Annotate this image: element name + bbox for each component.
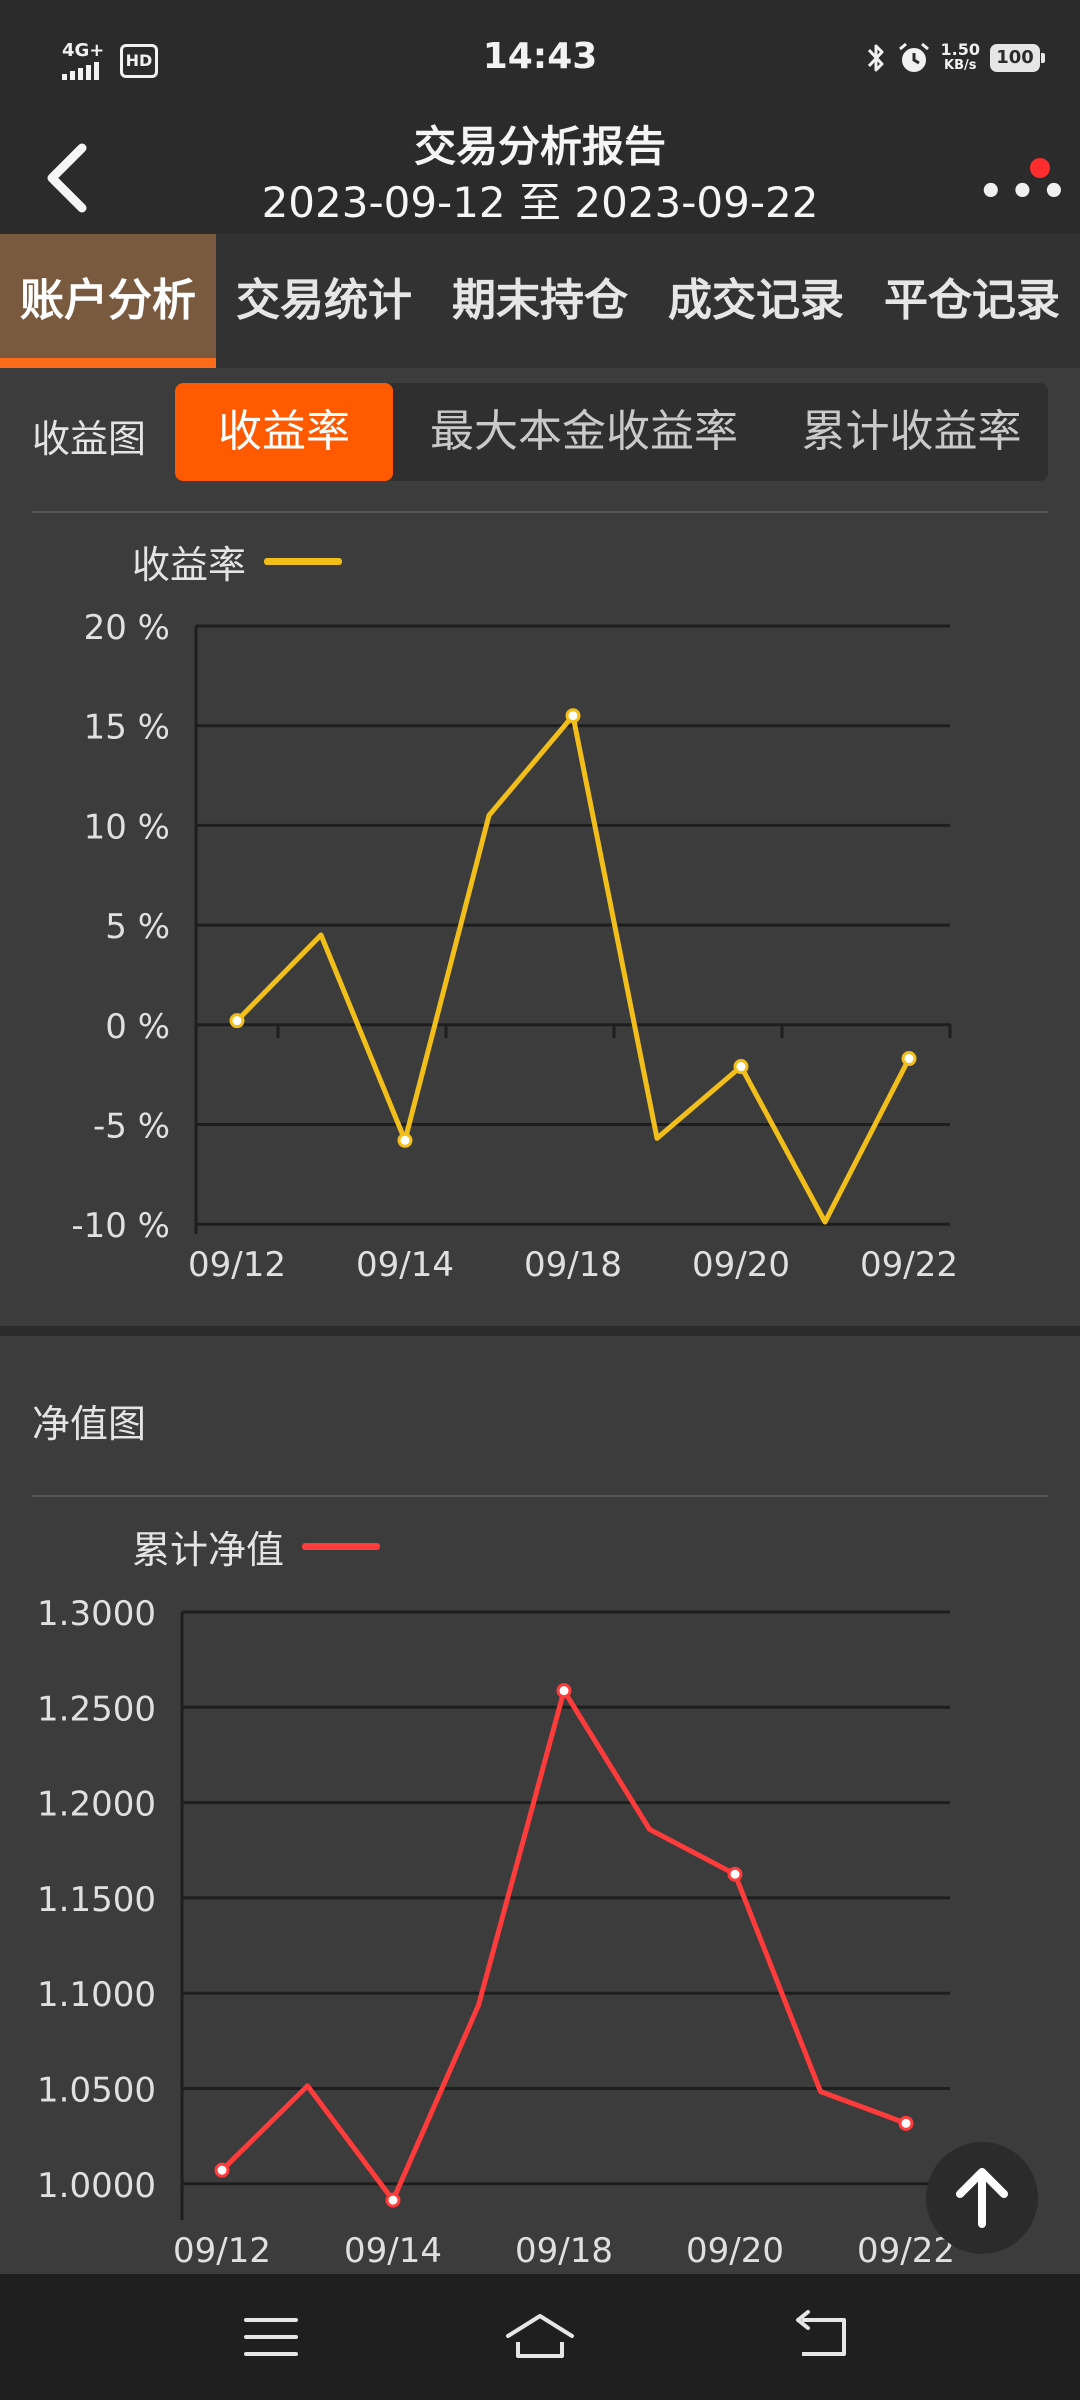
- chart1-data-point: [229, 1013, 245, 1029]
- chart2-y-tick-label: 1.0000: [37, 2166, 156, 2206]
- more-button[interactable]: •••: [970, 140, 1067, 212]
- chart2-x-tick-label: 09/20: [686, 2231, 784, 2271]
- chart1-x-tick-label: 09/12: [188, 1245, 286, 1285]
- chart2-x-tick-label: 09/18: [515, 2231, 613, 2271]
- alarm-icon: [898, 42, 929, 72]
- chart1-y-tick-label: 20 %: [84, 608, 170, 648]
- chart1-legend-label: 收益率: [132, 543, 247, 587]
- net-speed-value: 1.50: [940, 40, 980, 59]
- chart1-y-tick-label: 5 %: [105, 907, 170, 947]
- chart2-data-point: [214, 2162, 230, 2178]
- nav-section-label: 净值图: [32, 1402, 147, 1446]
- home-icon: [506, 2314, 574, 2358]
- chart1-y-tick-label: -10 %: [71, 1206, 170, 1246]
- chart2-y-tick-label: 1.2000: [37, 1785, 156, 1825]
- chart2-data-point: [556, 1683, 572, 1699]
- chart2-legend-swatch: [302, 1543, 381, 1550]
- system-nav-bar: [0, 2274, 1080, 2400]
- divider: [32, 1495, 1048, 1497]
- net-value-chart: 1.3000 1.2500 1.2000 1.1500 1.1000 1.0500 1.00…: [37, 1594, 955, 2271]
- section-separator: [0, 1326, 1080, 1336]
- page-title: 交易分析报告: [413, 122, 666, 171]
- tab-trade-stats[interactable]: 交易统计: [216, 234, 432, 368]
- chart2-legend-label: 累计净值: [132, 1528, 285, 1572]
- chart2-data-point: [898, 2115, 914, 2131]
- chart1-data-point: [901, 1051, 917, 1067]
- chart1-x-tick-label: 09/14: [356, 1245, 454, 1285]
- net-speed-unit: KB/s: [944, 58, 977, 73]
- chart1-x-tick-label: 09/22: [860, 1245, 958, 1285]
- net-speed: 1.50 KB/s: [941, 42, 980, 74]
- chart1-y-tick-label: 15 %: [84, 708, 170, 748]
- tab-ending-positions[interactable]: 期末持仓: [432, 234, 648, 368]
- arrow-up-icon: [956, 2168, 1008, 2228]
- chart1-legend-swatch: [264, 558, 343, 565]
- home-button[interactable]: [500, 2304, 580, 2370]
- tab-closing-records[interactable]: 平仓记录: [864, 234, 1080, 368]
- chart1-series-line: [235, 713, 912, 1225]
- tab-transaction-records[interactable]: 成交记录: [648, 234, 864, 368]
- bluetooth-icon: [867, 44, 884, 72]
- chart2-x-tick-label: 09/14: [344, 2231, 442, 2271]
- segment-max-principal-return[interactable]: 最大本金收益率: [393, 383, 775, 481]
- chart1-y-tick-label: 10 %: [84, 807, 170, 847]
- tab-bar: 账户分析 交易统计 期末持仓 成交记录 平仓记录: [0, 234, 1080, 368]
- chart2-y-tick-label: 1.3000: [37, 1594, 156, 1634]
- back-nav-button[interactable]: [782, 2304, 862, 2370]
- chart2-y-tick-label: 1.0500: [37, 2071, 156, 2111]
- battery-icon: 100: [990, 44, 1045, 72]
- chart2-x-tick-label: 09/12: [173, 2231, 271, 2271]
- chart2-y-tick-label: 1.1000: [37, 1975, 156, 2015]
- chart2-y-tick-label: 1.2500: [37, 1689, 156, 1729]
- date-range: 2023-09-12 至 2023-09-22: [261, 178, 819, 227]
- chart2-legend: 累计净值: [132, 1519, 381, 1574]
- tab-account-analysis[interactable]: 账户分析: [0, 234, 216, 368]
- segment-return-rate[interactable]: 收益率: [175, 383, 393, 481]
- return-rate-chart: 20 % 15 % 10 % 5 % 0 % -5 % -10 % 09/12 09/14 09/…: [71, 608, 958, 1285]
- menu-icon: [244, 2318, 298, 2356]
- status-bar: 4G+ HD 14:43 1.50 KB/s 100: [0, 0, 1080, 120]
- chart2-y-tick-label: 1.1500: [37, 1880, 156, 1920]
- returns-segmented-control: 收益率 最大本金收益率 累计收益率: [175, 383, 1048, 481]
- chart2-data-point: [385, 2192, 401, 2208]
- divider: [32, 511, 1048, 513]
- chart1-data-point: [733, 1059, 749, 1075]
- chart1-legend: 收益率: [132, 534, 343, 589]
- notification-dot: [1030, 158, 1050, 178]
- chart1-data-point: [397, 1132, 413, 1148]
- chart1-x-tick-label: 09/18: [524, 1245, 622, 1285]
- chart1-y-tick-label: 0 %: [105, 1007, 170, 1047]
- menu-button[interactable]: [232, 2304, 312, 2370]
- chart2-data-point: [727, 1866, 743, 1882]
- chart1-y-tick-label: -5 %: [93, 1107, 170, 1147]
- returns-section-label: 收益图: [32, 417, 147, 461]
- segment-cumulative-return[interactable]: 累计收益率: [775, 383, 1048, 481]
- scroll-top-button[interactable]: [926, 2142, 1038, 2254]
- app-header: 交易分析报告 2023-09-12 至 2023-09-22 •••: [0, 120, 1080, 234]
- chart1-x-tick-label: 09/20: [692, 1245, 790, 1285]
- status-right: 1.50 KB/s 100: [865, 38, 1045, 78]
- chart2-series-line: [220, 1688, 907, 2203]
- back-nav-icon: [796, 2310, 846, 2356]
- more-icon: •••: [978, 169, 1073, 215]
- chart1-data-point: [565, 708, 581, 724]
